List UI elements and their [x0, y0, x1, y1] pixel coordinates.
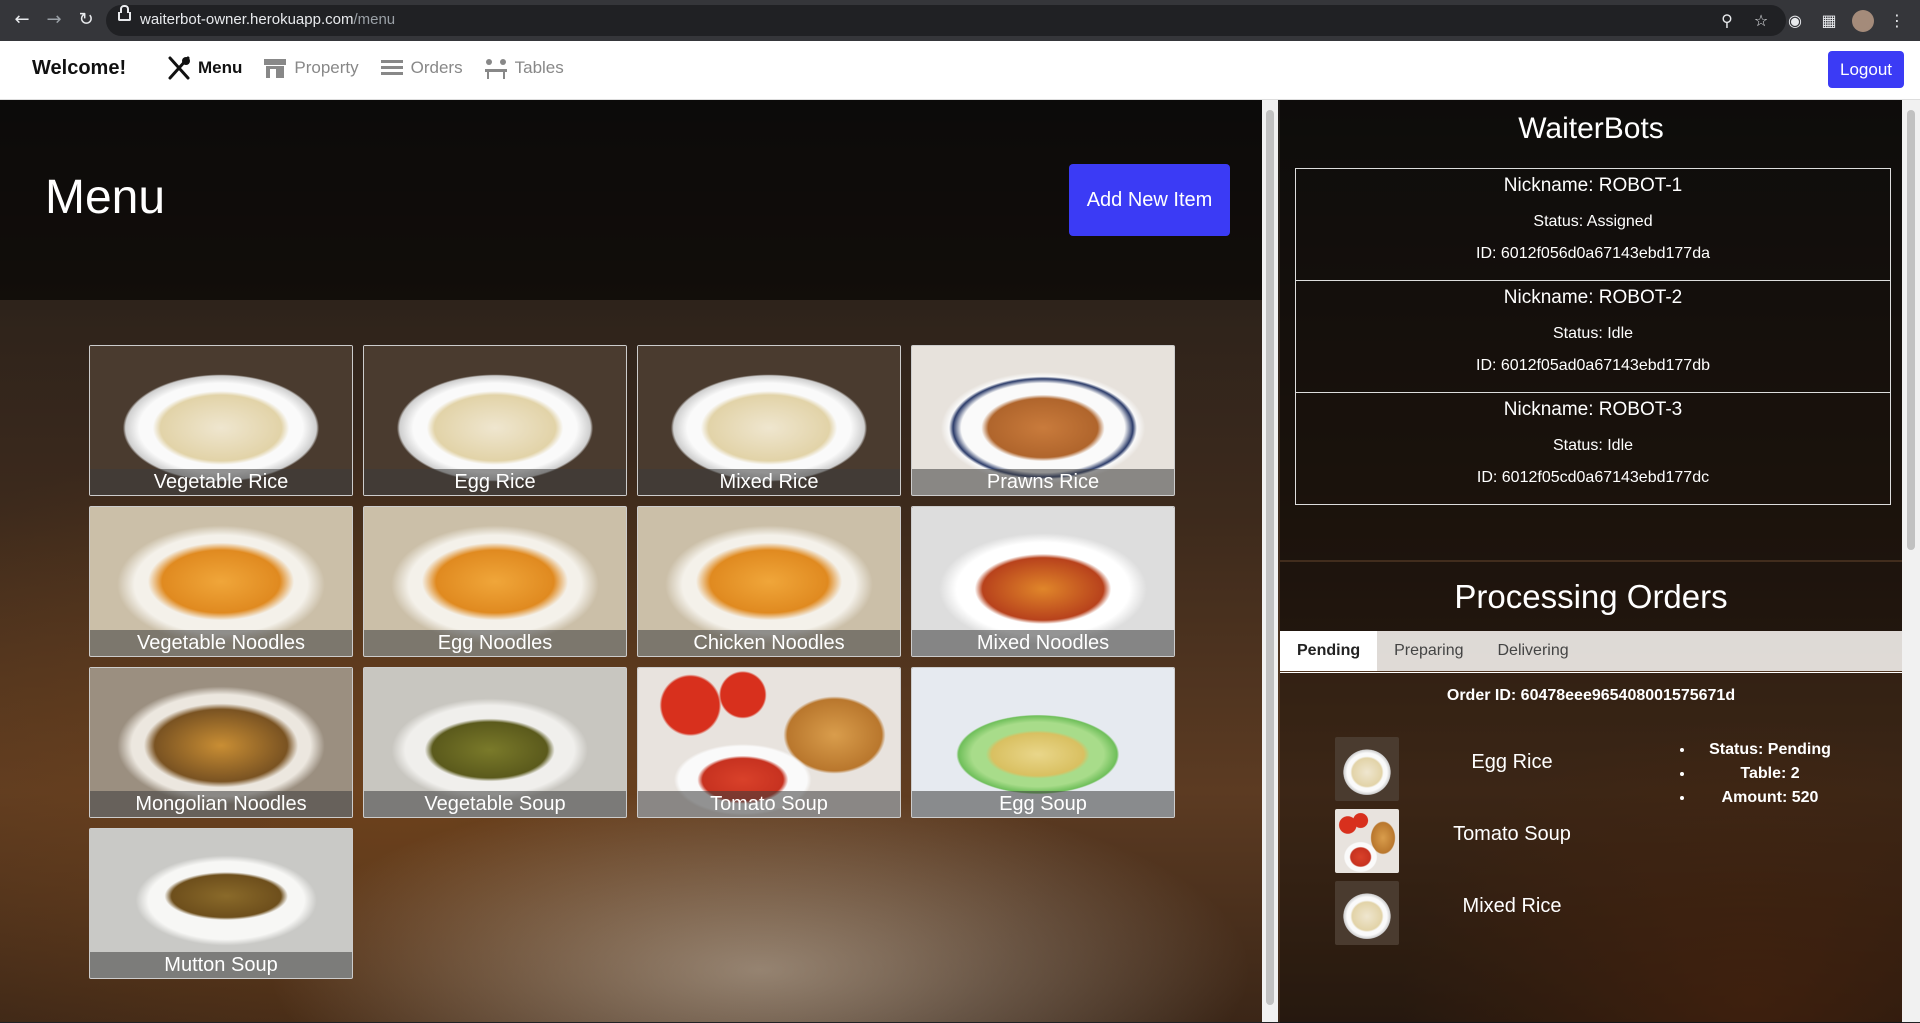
address-bar[interactable]: waiterbot-owner.herokuapp.com/menu [106, 5, 1786, 36]
bot-id: ID: 6012f056d0a67143ebd177da [1476, 245, 1710, 262]
bot-status: Status: Idle [1552, 437, 1634, 454]
menu-grid: Vegetable Rice Egg Rice Mixed Rice Prawns R… [89, 345, 1175, 979]
menu-item-card[interactable]: Tomato Soup [637, 667, 901, 818]
bot-card: Nickname: ROBOT-1 Status: Assigned ID: 601… [1296, 169, 1890, 281]
bot-id: ID: 6012f05ad0a67143ebd177db [1476, 357, 1710, 374]
order-item: Mixed Rice [1335, 881, 1625, 947]
right-scrollbar[interactable] [1902, 100, 1920, 1022]
lock-icon [118, 5, 131, 21]
bot-id: ID: 6012f05cd0a67143ebd177dc [1476, 469, 1710, 486]
menu-item-name: Egg Rice [364, 469, 626, 495]
nav-menu-label: Menu [198, 58, 243, 77]
order-item-name: Mixed Rice [1462, 895, 1562, 917]
puzzle-icon[interactable]: ▦ [1818, 10, 1840, 32]
menu-item-name: Prawns Rice [912, 469, 1174, 495]
order-amount: Amount: 520 [1695, 789, 1845, 813]
nav-tables-label: Tables [514, 58, 564, 77]
order-item-name: Tomato Soup [1453, 823, 1571, 845]
add-new-item-button[interactable]: Add New Item [1069, 164, 1230, 236]
menu-item-card[interactable]: Prawns Rice [911, 345, 1175, 496]
menu-header: Menu Add New Item [0, 100, 1262, 300]
menu-item-name: Egg Noodles [364, 630, 626, 656]
back-icon[interactable]: ← [10, 8, 34, 32]
browser-toolbar: ← → ↻ waiterbot-owner.herokuapp.com/menu… [0, 0, 1920, 41]
order-id: Order ID: 60478eee965408001575671d [1446, 687, 1736, 704]
menu-panel: Menu Add New Item Vegetable Rice Egg Rice… [0, 100, 1262, 1022]
app-navbar: Welcome! Menu Property Orders Tables Log… [0, 41, 1920, 100]
extension-icon[interactable]: ◉ [1784, 10, 1806, 32]
menu-item-name: Tomato Soup [638, 791, 900, 817]
tab-pending[interactable]: Pending [1280, 631, 1378, 671]
bot-card: Nickname: ROBOT-2 Status: Idle ID: 6012f05… [1296, 281, 1890, 393]
order-item-image [1335, 881, 1399, 945]
order-item: Tomato Soup [1335, 809, 1625, 875]
menu-item-name: Mixed Noodles [912, 630, 1174, 656]
bot-status: Status: Idle [1552, 325, 1634, 342]
menu-item-name: Vegetable Soup [364, 791, 626, 817]
main-content: Menu Add New Item Vegetable Rice Egg Rice… [0, 100, 1920, 1023]
bot-nickname: Nickname: ROBOT-3 [1503, 399, 1683, 420]
brand-title: Welcome! [32, 57, 127, 79]
order-item-image [1335, 737, 1399, 801]
menu-item-card[interactable]: Mongolian Noodles [89, 667, 353, 818]
nav-tables[interactable]: Tables [483, 55, 564, 81]
order-card: Order ID: 60478eee965408001575671d Egg R… [1280, 672, 1902, 1023]
star-icon[interactable]: ☆ [1750, 10, 1772, 32]
menu-item-name: Mutton Soup [90, 952, 352, 978]
menu-item-card[interactable]: Egg Noodles [363, 506, 627, 657]
nav-property[interactable]: Property [262, 55, 359, 81]
waiterbots-title: WaiterBots [1518, 112, 1664, 145]
menu-item-name: Vegetable Rice [90, 469, 352, 495]
menu-item-card[interactable]: Egg Soup [911, 667, 1175, 818]
left-scrollbar[interactable] [1262, 100, 1278, 1022]
more-icon[interactable]: ⋮ [1886, 10, 1908, 32]
avatar[interactable] [1852, 10, 1874, 32]
order-tabs: Pending Preparing Delivering [1280, 631, 1902, 671]
menu-item-card[interactable]: Chicken Noodles [637, 506, 901, 657]
menu-item-name: Vegetable Noodles [90, 630, 352, 656]
menu-item-card[interactable]: Egg Rice [363, 345, 627, 496]
menu-item-card[interactable]: Vegetable Noodles [89, 506, 353, 657]
nav-orders[interactable]: Orders [379, 55, 463, 81]
bot-nickname: Nickname: ROBOT-1 [1503, 175, 1683, 196]
order-table: Table: 2 [1695, 765, 1845, 789]
menu-item-name: Egg Soup [912, 791, 1174, 817]
forward-icon[interactable]: → [42, 8, 66, 32]
menu-item-card[interactable]: Mutton Soup [89, 828, 353, 979]
nav-orders-label: Orders [410, 58, 463, 77]
utensils-icon [168, 56, 190, 80]
order-meta: Status: Pending Table: 2 Amount: 520 [1675, 741, 1845, 813]
order-item-image [1335, 809, 1399, 873]
order-item: Egg Rice [1335, 737, 1625, 803]
reload-icon[interactable]: ↻ [74, 8, 98, 32]
nav-property-label: Property [294, 58, 359, 77]
menu-item-name: Mixed Rice [638, 469, 900, 495]
tables-icon [484, 59, 507, 79]
orders-title: Processing Orders [1280, 562, 1902, 631]
tab-delivering[interactable]: Delivering [1480, 631, 1585, 671]
key-icon[interactable]: ⚲ [1716, 10, 1738, 32]
menu-item-card[interactable]: Mixed Noodles [911, 506, 1175, 657]
menu-item-card[interactable]: Vegetable Rice [89, 345, 353, 496]
url-text: waiterbot-owner.herokuapp.com/menu [140, 11, 396, 28]
order-status: Status: Pending [1695, 741, 1845, 765]
bot-status: Status: Assigned [1533, 213, 1653, 230]
store-icon [264, 59, 287, 78]
side-panel: WaiterBots Nickname: ROBOT-1 Status: Assi… [1280, 100, 1902, 1023]
bot-list: Nickname: ROBOT-1 Status: Assigned ID: 601… [1295, 168, 1891, 505]
page-title: Menu [45, 171, 166, 224]
order-item-name: Egg Rice [1471, 751, 1553, 773]
menu-item-card[interactable]: Mixed Rice [637, 345, 901, 496]
menu-item-name: Mongolian Noodles [90, 791, 352, 817]
bot-nickname: Nickname: ROBOT-2 [1503, 287, 1683, 308]
logout-button[interactable]: Logout [1828, 51, 1904, 88]
list-icon [380, 60, 403, 75]
menu-item-card[interactable]: Vegetable Soup [363, 667, 627, 818]
bot-card: Nickname: ROBOT-3 Status: Idle ID: 6012f05… [1296, 393, 1890, 504]
menu-item-name: Chicken Noodles [638, 630, 900, 656]
nav-menu[interactable]: Menu [166, 55, 242, 81]
waiterbots-panel: WaiterBots Nickname: ROBOT-1 Status: Assi… [1280, 100, 1902, 560]
processing-orders-panel: Processing Orders Pending Preparing Delive… [1280, 562, 1902, 1023]
tab-preparing[interactable]: Preparing [1377, 631, 1480, 671]
